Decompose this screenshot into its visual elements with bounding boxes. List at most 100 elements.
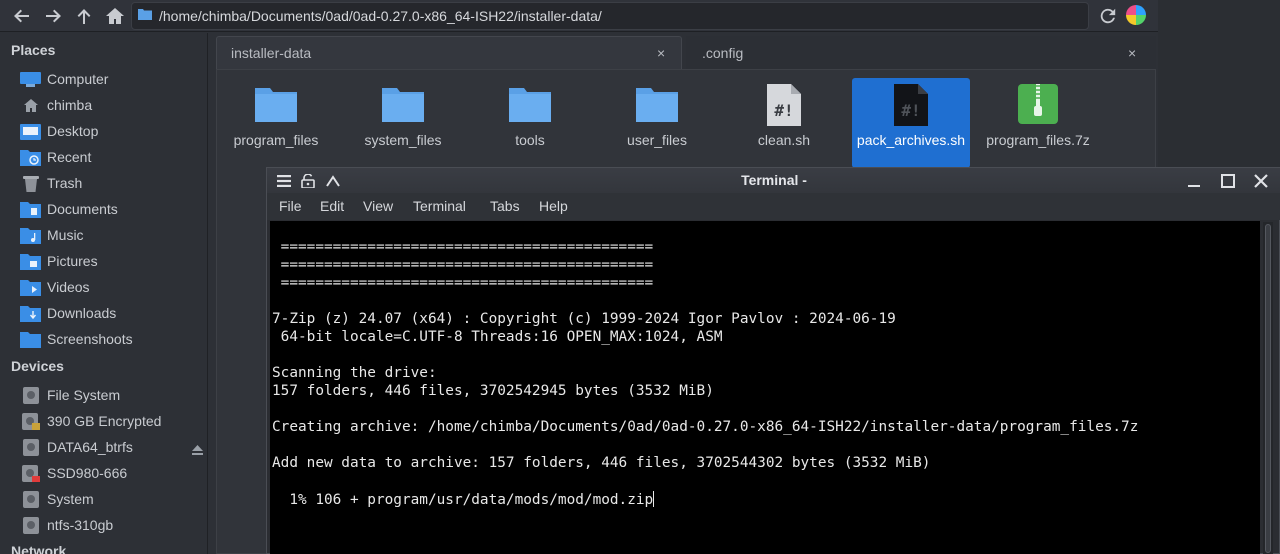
file-item-program-files-7z[interactable]: program_files.7z <box>979 78 1097 168</box>
sidebar-item-label: Computer <box>47 71 109 87</box>
close-icon[interactable] <box>1251 171 1271 191</box>
folder-icon <box>382 84 424 127</box>
terminal-progress-text: 1% 106 + program/usr/data/mods/mod/mod.z… <box>272 492 654 508</box>
sidebar-item-desktop[interactable]: Desktop <box>0 118 208 144</box>
up-arrow-icon[interactable] <box>72 4 96 28</box>
file-item-user-files[interactable]: user_files <box>598 78 716 168</box>
sidebar-item-label: Pictures <box>47 253 98 269</box>
terminal-line: 64-bit locale=C.UTF-8 Threads:16 OPEN_MA… <box>272 329 723 345</box>
sidebar-item-trash[interactable]: Trash <box>0 170 208 196</box>
close-icon[interactable]: × <box>657 45 665 61</box>
minimize-icon[interactable] <box>1184 171 1204 191</box>
terminal-title: Terminal - <box>741 172 807 188</box>
sidebar-item-label: DATA64_btrfs <box>47 439 133 455</box>
close-icon[interactable]: × <box>1128 45 1136 61</box>
menu-tabs[interactable]: Tabs <box>490 198 520 214</box>
eject-icon[interactable] <box>192 442 203 460</box>
sidebar-item-downloads[interactable]: Downloads <box>0 300 208 326</box>
menu-edit[interactable]: Edit <box>320 198 344 214</box>
menu-view[interactable]: View <box>363 198 393 214</box>
sidebar-item-encrypted[interactable]: 390 GB Encrypted <box>0 408 208 434</box>
sidebar-item-file-system[interactable]: File System <box>0 382 208 408</box>
drive-icon <box>20 516 41 534</box>
documents-folder-icon <box>20 201 41 218</box>
home-icon[interactable] <box>103 4 127 28</box>
file-name: program_files.7z <box>986 132 1090 148</box>
sidebar-item-label: Videos <box>47 279 90 295</box>
maximize-icon[interactable] <box>1218 171 1238 191</box>
menu-terminal[interactable]: Terminal <box>413 198 466 214</box>
desktop-folder-icon <box>20 123 41 140</box>
home-icon <box>20 97 41 114</box>
terminal-line: ========================================… <box>272 239 654 255</box>
refresh-icon[interactable] <box>1096 4 1120 28</box>
drive-icon <box>20 386 41 404</box>
sidebar-item-system[interactable]: System <box>0 486 208 512</box>
sidebar-item-label: Trash <box>47 175 83 191</box>
terminal-line: ========================================… <box>272 257 654 273</box>
sidebar-item-label: File System <box>47 387 121 403</box>
file-item-clean-sh[interactable]: #! clean.sh <box>725 78 843 168</box>
shell-script-icon: #! <box>767 84 801 131</box>
file-item-tools[interactable]: tools <box>471 78 589 168</box>
location-bar[interactable]: /home/chimba/Documents/0ad/0ad-0.27.0-x8… <box>131 2 1089 30</box>
sidebar-item-label: ntfs-310gb <box>47 517 114 533</box>
encrypted-drive-icon <box>20 412 41 430</box>
forward-arrow-icon[interactable] <box>41 4 65 28</box>
file-name: tools <box>515 132 545 148</box>
tab-installer-data[interactable]: installer-data × <box>216 36 682 69</box>
folder-icon <box>20 331 41 348</box>
sidebar-item-music[interactable]: Music <box>0 222 208 248</box>
terminal-prompt-line: 1% 106 + program/usr/data/mods/mod/mod.z… <box>272 491 655 508</box>
sidebar-item-videos[interactable]: Videos <box>0 274 208 300</box>
svg-text:#!: #! <box>901 101 920 120</box>
sidebar-item-pictures[interactable]: Pictures <box>0 248 208 274</box>
terminal-titlebar[interactable]: Terminal - <box>267 168 1280 193</box>
file-name: system_files <box>364 132 442 148</box>
pictures-folder-icon <box>20 253 41 270</box>
sidebar: Places Computer chimba Desktop Recent Tr… <box>0 33 208 554</box>
tab-label: .config <box>702 44 744 61</box>
sidebar-item-label: Recent <box>47 149 92 165</box>
sidebar-item-screenshoots[interactable]: Screenshoots <box>0 326 208 352</box>
sidebar-item-label: SSD980-666 <box>47 465 128 481</box>
sidebar-item-data64[interactable]: DATA64_btrfs <box>0 434 208 460</box>
svg-text:#!: #! <box>774 101 793 120</box>
folder-icon <box>138 7 152 25</box>
file-item-pack-archives-sh[interactable]: #! pack_archives.sh <box>852 78 970 168</box>
sidebar-item-recent[interactable]: Recent <box>0 144 208 170</box>
downloads-folder-icon <box>20 305 41 322</box>
file-name: clean.sh <box>757 132 811 148</box>
archive-icon <box>1018 84 1058 129</box>
terminal-line: Creating archive: /home/chimba/Documents… <box>272 419 1139 435</box>
terminal-scrollbar[interactable] <box>1263 222 1273 554</box>
file-item-program-files[interactable]: program_files <box>217 78 335 168</box>
scrollbar-thumb[interactable] <box>1265 224 1271 553</box>
file-name: pack_archives.sh <box>856 132 966 148</box>
tab-config[interactable]: .config × <box>686 36 1156 69</box>
sidebar-item-ssd980[interactable]: SSD980-666 <box>0 460 208 486</box>
sidebar-item-ntfs[interactable]: ntfs-310gb <box>0 512 208 538</box>
sidebar-item-label: Screenshoots <box>47 331 133 347</box>
menu-file[interactable]: File <box>279 198 302 214</box>
location-path: /home/chimba/Documents/0ad/0ad-0.27.0-x8… <box>159 8 602 24</box>
back-arrow-icon[interactable] <box>10 4 34 28</box>
tab-label: installer-data <box>231 45 312 61</box>
terminal-line: 7-Zip (z) 24.07 (x64) : Copyright (c) 19… <box>272 311 896 327</box>
trash-icon <box>20 175 41 192</box>
sidebar-item-label: Documents <box>47 201 118 217</box>
toolbar: /home/chimba/Documents/0ad/0ad-0.27.0-x8… <box>0 0 1158 32</box>
sidebar-item-computer[interactable]: Computer <box>0 66 208 92</box>
sidebar-item-label: Downloads <box>47 305 117 321</box>
sidebar-item-label: Music <box>47 227 84 243</box>
drive-icon <box>20 438 41 456</box>
network-header: Network <box>11 543 67 554</box>
terminal-window: Terminal - File Edit View Terminal Tabs … <box>266 167 1280 554</box>
file-name: program_files <box>233 132 319 148</box>
file-item-system-files[interactable]: system_files <box>344 78 462 168</box>
app-icon[interactable] <box>1126 5 1146 25</box>
menu-help[interactable]: Help <box>539 198 568 214</box>
sidebar-item-chimba[interactable]: chimba <box>0 92 208 118</box>
terminal-screen[interactable]: ========================================… <box>270 221 1260 554</box>
sidebar-item-documents[interactable]: Documents <box>0 196 208 222</box>
